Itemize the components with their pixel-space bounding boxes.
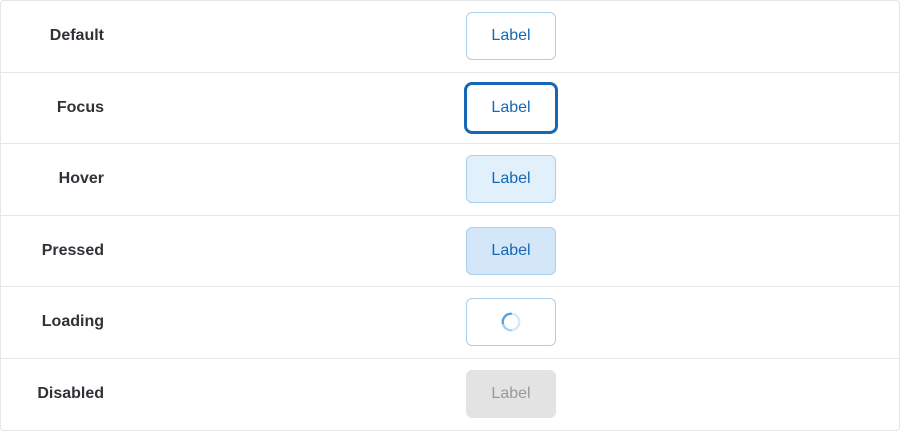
disabled-state-button: Label (466, 370, 556, 419)
state-row-pressed: Pressed Label (1, 216, 899, 287)
state-row-loading: Loading (1, 287, 899, 359)
state-row-hover: Hover Label (1, 144, 899, 216)
button-label: Label (491, 98, 531, 116)
state-label: Default (49, 27, 104, 45)
loading-state-button[interactable] (466, 298, 556, 347)
pressed-state-button[interactable]: Label (466, 226, 556, 275)
button-label: Label (491, 170, 531, 188)
state-row-default: Default Label (1, 1, 899, 73)
state-row-disabled: Disabled Label (1, 359, 899, 431)
state-label: Disabled (37, 385, 104, 403)
state-label: Hover (58, 170, 104, 188)
default-state-button[interactable]: Label (466, 12, 556, 61)
button-label: Label (491, 385, 531, 403)
state-row-focus: Focus Label (1, 73, 899, 144)
state-label: Focus (56, 98, 104, 116)
hover-state-button[interactable]: Label (466, 155, 556, 204)
button-states-showcase: Default Label Focus Label Hover Label Pr… (0, 0, 900, 431)
state-label: Loading (41, 313, 104, 331)
loading-spinner-icon (501, 312, 521, 332)
focus-state-button[interactable]: Label (466, 83, 556, 132)
button-label: Label (491, 27, 531, 45)
button-label: Label (491, 241, 531, 259)
state-label: Pressed (41, 241, 104, 259)
